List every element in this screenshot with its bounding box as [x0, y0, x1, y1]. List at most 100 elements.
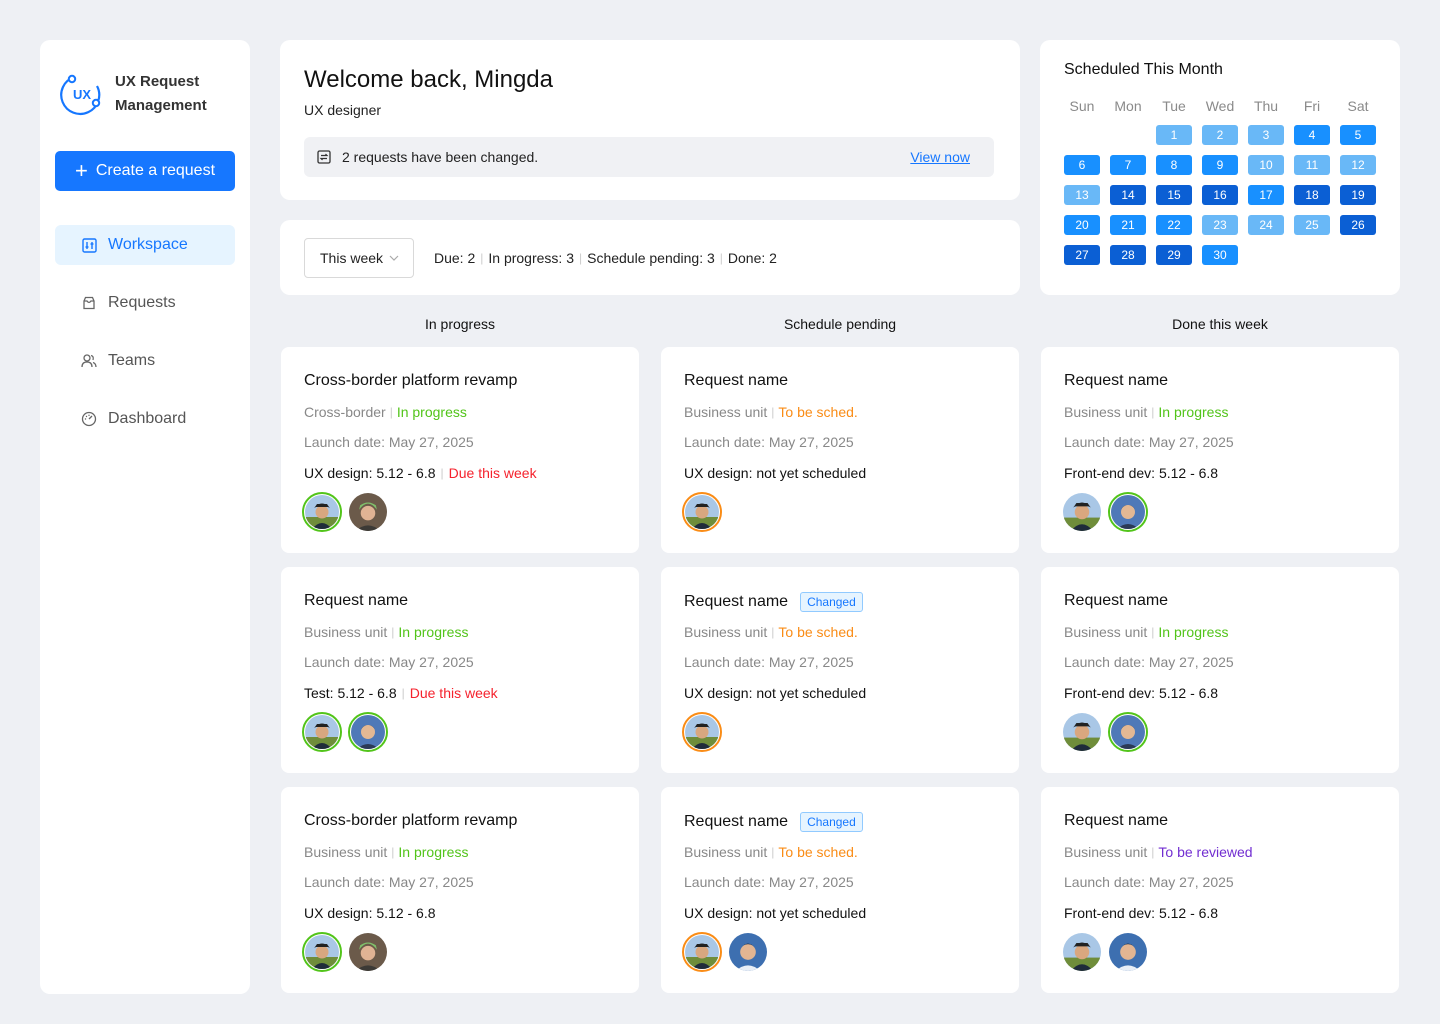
schedule-text: UX design: not yet scheduled — [684, 905, 867, 921]
sidebar-item-dashboard[interactable]: Dashboard — [55, 399, 235, 439]
request-card[interactable]: Request name Business unit | In progress Lau… — [1041, 347, 1399, 553]
calendar-day[interactable]: 21 — [1110, 215, 1146, 235]
view-now-link[interactable]: View now — [910, 149, 970, 165]
avatar[interactable] — [348, 492, 388, 532]
avatar[interactable] — [1108, 712, 1148, 752]
calendar-day[interactable]: 28 — [1110, 245, 1146, 265]
sidebar-nav: Workspace Requests Teams Dashboard — [55, 225, 235, 457]
calendar-day[interactable]: 7 — [1110, 155, 1146, 175]
calendar-day[interactable]: 3 — [1248, 125, 1284, 145]
avatar[interactable] — [1108, 932, 1148, 972]
request-meta: Business unit | In progress — [304, 624, 468, 640]
calendar-day[interactable]: 16 — [1202, 185, 1238, 205]
schedule-row: UX design: 5.12 - 6.8 | Due this week — [304, 465, 537, 481]
avatar[interactable] — [682, 932, 722, 972]
calendar-day[interactable]: 27 — [1064, 245, 1100, 265]
dashboard-icon — [81, 411, 97, 427]
avatar[interactable] — [1062, 932, 1102, 972]
launch-date: Launch date: May 27, 2025 — [684, 654, 854, 670]
divider: | — [578, 251, 583, 265]
avatar[interactable] — [1062, 492, 1102, 532]
divider: | — [401, 686, 405, 700]
calendar-day[interactable]: 23 — [1202, 215, 1238, 235]
calendar-day[interactable]: 10 — [1248, 155, 1284, 175]
period-select[interactable]: This week — [304, 238, 414, 278]
calendar-day[interactable]: 29 — [1156, 245, 1192, 265]
calendar-day[interactable]: 15 — [1156, 185, 1192, 205]
calendar-day[interactable]: 22 — [1156, 215, 1192, 235]
status-text: In progress — [396, 404, 467, 420]
welcome-card: Welcome back, Mingda UX designer 2 reque… — [280, 40, 1020, 200]
notice-text: 2 requests have been changed. — [342, 149, 539, 165]
column-title-schedule-pending: Schedule pending — [783, 316, 897, 332]
calendar-day[interactable]: 6 — [1064, 155, 1100, 175]
calendar-day[interactable]: 24 — [1248, 215, 1284, 235]
sidebar-item-requests[interactable]: Requests — [55, 283, 235, 323]
avatar[interactable] — [302, 492, 342, 532]
request-card[interactable]: Cross-border platform revamp Business uni… — [281, 787, 639, 993]
create-request-button[interactable]: + Create a request — [55, 151, 235, 191]
calendar-day[interactable]: 9 — [1202, 155, 1238, 175]
app-frame: UX UX Request Management + Create a requ… — [0, 0, 1440, 1024]
assignee-avatars — [1062, 492, 1148, 532]
avatar[interactable] — [302, 712, 342, 752]
brand[interactable]: UX UX Request Management — [60, 70, 225, 118]
assignee-avatars — [1062, 712, 1148, 752]
calendar-day[interactable]: 17 — [1248, 185, 1284, 205]
calendar-day[interactable]: 19 — [1340, 185, 1376, 205]
launch-date: Launch date: May 27, 2025 — [1064, 434, 1234, 450]
stat-due: Due: 2 — [434, 250, 476, 266]
calendar-day[interactable]: 20 — [1064, 215, 1100, 235]
request-name: Request name — [684, 813, 789, 830]
request-card[interactable]: Request name Business unit | In progress Lau… — [1041, 567, 1399, 773]
request-card[interactable]: Request name Changed Business unit | To be s… — [661, 567, 1019, 773]
calendar-day[interactable]: 26 — [1340, 215, 1376, 235]
launch-date: Launch date: May 27, 2025 — [684, 874, 854, 890]
request-card[interactable]: Request name Business unit | To be sched. La… — [661, 347, 1019, 553]
request-card[interactable]: Request name Changed Business unit | To be s… — [661, 787, 1019, 993]
calendar-day[interactable]: 4 — [1294, 125, 1330, 145]
request-card[interactable]: Request name Business unit | To be reviewed… — [1041, 787, 1399, 993]
avatar[interactable] — [302, 932, 342, 972]
request-name-row: Request name — [684, 372, 788, 390]
request-name: Request name — [684, 372, 789, 389]
schedule-row: Front-end dev: 5.12 - 6.8 — [1064, 465, 1218, 481]
avatar[interactable] — [348, 712, 388, 752]
divider: | — [1151, 405, 1155, 419]
schedule-row: UX design: not yet scheduled — [684, 905, 866, 921]
business-unit: Cross-border — [304, 404, 386, 420]
calendar-day[interactable]: 30 — [1202, 245, 1238, 265]
request-name: Cross-border platform revamp — [304, 812, 518, 829]
status-text: In progress — [1158, 624, 1229, 640]
calendar-day[interactable]: 25 — [1294, 215, 1330, 235]
brand-title-line1: UX Request — [115, 73, 200, 90]
sidebar-item-teams[interactable]: Teams — [55, 341, 235, 381]
sidebar-item-workspace[interactable]: Workspace — [55, 225, 235, 265]
calendar-day[interactable]: 13 — [1064, 185, 1100, 205]
changed-badge: Changed — [800, 812, 863, 832]
calendar-day[interactable]: 14 — [1110, 185, 1146, 205]
sidebar-item-label: Teams — [108, 352, 156, 369]
request-card[interactable]: Cross-border platform revamp Cross-border… — [281, 347, 639, 553]
launch-date: Launch date: May 27, 2025 — [304, 874, 474, 890]
svg-text:UX: UX — [73, 87, 91, 102]
calendar-day[interactable]: 18 — [1294, 185, 1330, 205]
avatar[interactable] — [682, 492, 722, 532]
avatar[interactable] — [1108, 492, 1148, 532]
request-card[interactable]: Request name Business unit | In progress Lau… — [281, 567, 639, 773]
requests-icon — [81, 295, 97, 311]
calendar-day[interactable]: 8 — [1156, 155, 1192, 175]
request-name-row: Request name — [1064, 812, 1168, 830]
calendar-day[interactable]: 5 — [1340, 125, 1376, 145]
request-meta: Business unit | In progress — [304, 844, 468, 860]
calendar-day[interactable]: 11 — [1294, 155, 1330, 175]
schedule-row: Front-end dev: 5.12 - 6.8 — [1064, 685, 1218, 701]
avatar[interactable] — [348, 932, 388, 972]
avatar[interactable] — [728, 932, 768, 972]
calendar-day[interactable]: 12 — [1340, 155, 1376, 175]
calendar-day[interactable]: 2 — [1202, 125, 1238, 145]
avatar[interactable] — [1062, 712, 1102, 752]
divider: | — [1151, 625, 1155, 639]
avatar[interactable] — [682, 712, 722, 752]
calendar-day[interactable]: 1 — [1156, 125, 1192, 145]
